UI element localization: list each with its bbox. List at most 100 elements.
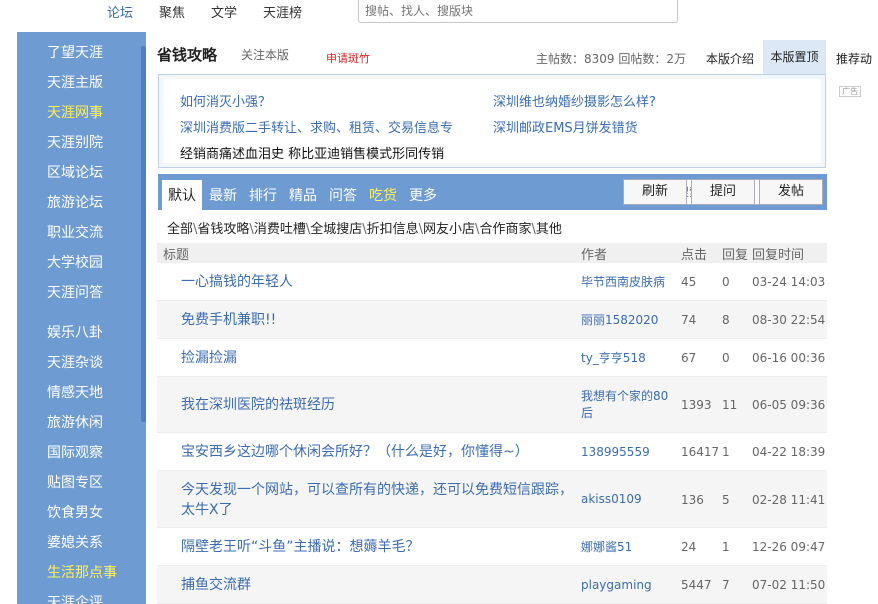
category-item[interactable]: 消费吐槽 (254, 222, 306, 237)
category-filter: 全部\省钱攻略\消费吐槽\全城搜店\折扣信息\网友小店\合作商家\其他 (167, 218, 562, 237)
sidebar-item[interactable]: 天涯企评 (47, 592, 103, 604)
ask-button[interactable]: 提问 (691, 179, 755, 205)
sidebar-item[interactable]: 婆媳关系 (47, 532, 103, 552)
sidebar-item[interactable]: 情感天地 (47, 382, 103, 402)
pinned-link[interactable]: 深圳邮政EMS月饼发错货 (493, 117, 638, 136)
post-author[interactable]: 我想有个家的80后 (581, 377, 671, 433)
sidebar-item-highlight[interactable]: 生活那点事 (47, 562, 117, 582)
post-replies: 8 (722, 313, 730, 327)
table-row[interactable]: 捡漏捡漏 ty_亨亨518 67 0 06-16 00:36 (157, 339, 827, 377)
post-author[interactable]: 毕节西南皮肤病 (581, 263, 671, 301)
post-reply-time: 12-26 09:47 (752, 540, 826, 554)
sidebar-item[interactable]: 旅游论坛 (47, 192, 103, 212)
post-reply-time: 07-02 11:50 (752, 578, 826, 592)
sidebar-item[interactable]: 天涯主版 (47, 72, 103, 92)
category-item[interactable]: 网友小店 (423, 222, 475, 237)
sidebar-item[interactable]: 天涯问答 (47, 282, 103, 302)
post-replies: 1 (722, 540, 730, 554)
sidebar-item-active[interactable]: 天涯网事 (47, 102, 103, 122)
sidebar-item[interactable]: 国际观察 (47, 442, 103, 462)
pinned-links-box: 如何消灭小强？ 深圳消费版二手转让、求购、租赁、交易信息专 深圳维也纳婚纱摄影怎… (158, 74, 826, 168)
sidebar-item[interactable]: 大学校园 (47, 252, 103, 272)
nav-ranking[interactable]: 天涯榜 (263, 2, 302, 21)
board-pinned-tab[interactable]: 本版置顶 (763, 40, 826, 75)
sidebar-item[interactable]: 天涯别院 (47, 132, 103, 152)
header-replies: 回复 (722, 248, 749, 263)
pinned-link[interactable]: 如何消灭小强？ (180, 91, 271, 110)
post-title[interactable]: 宝安西乡这边哪个休闲会所好？（什么是好，你懂得~） (181, 433, 576, 471)
post-author[interactable]: playgaming (581, 566, 671, 604)
follow-board-button[interactable]: 关注本版 (241, 46, 289, 63)
global-search-input[interactable] (359, 0, 677, 22)
refresh-button[interactable]: 刷新 (623, 179, 687, 205)
board-stats: 主帖数：8309 回帖数：2万 (536, 52, 686, 66)
post-reply-time: 06-16 00:36 (752, 351, 826, 365)
post-replies: 0 (722, 275, 730, 289)
sidebar-item[interactable]: 区域论坛 (47, 162, 103, 182)
nav-literature[interactable]: 文学 (211, 2, 237, 21)
post-replies: 7 (722, 578, 730, 592)
ad-badge: 广告 (839, 86, 861, 97)
post-reply-time: 04-22 18:39 (752, 445, 826, 459)
post-title[interactable]: 我在深圳医院的祛斑经历 (181, 377, 576, 433)
post-author[interactable]: 138995559 (581, 433, 671, 471)
post-tab-bar: 默认 最新 排行 精品 问答 吃货 更多 刷新 提问 发帖 (158, 174, 827, 210)
post-title[interactable]: 隔壁老王听“斗鱼”主播说：想薅羊毛？ (181, 528, 576, 566)
sidebar-item[interactable]: 了望天涯 (47, 42, 103, 62)
table-row[interactable]: 隔壁老王听“斗鱼”主播说：想薅羊毛？ 娜娜酱51 24 1 12-26 09:4… (157, 528, 827, 566)
category-all[interactable]: 全部 (167, 222, 193, 237)
tab-more[interactable]: 更多 (409, 185, 437, 205)
header-clicks: 点击 (681, 248, 708, 263)
pinned-link[interactable]: 深圳维也纳婚纱摄影怎么样? (493, 91, 656, 110)
category-item[interactable]: 省钱攻略 (197, 222, 249, 237)
post-clicks: 136 (681, 492, 704, 507)
post-author[interactable]: ty_亨亨518 (581, 339, 671, 377)
category-item[interactable]: 其他 (536, 222, 562, 237)
table-row[interactable]: 捕鱼交流群 playgaming 5447 7 07-02 11:50 (157, 566, 827, 604)
table-row[interactable]: 免费手机兼职!! 丽丽1582020 74 8 08-30 22:54 (157, 301, 827, 339)
board-title: 省钱攻略 (157, 46, 218, 64)
category-item[interactable]: 合作商家 (479, 222, 531, 237)
post-author[interactable]: akiss0109 (581, 471, 671, 528)
post-author[interactable]: 丽丽1582020 (581, 301, 671, 339)
post-replies: 1 (722, 445, 730, 459)
post-title[interactable]: 捕鱼交流群 (181, 566, 576, 604)
table-row[interactable]: 宝安西乡这边哪个休闲会所好？（什么是好，你懂得~） 138995559 1641… (157, 433, 827, 471)
post-reply-time: 02-28 11:41 (752, 492, 826, 507)
global-search (358, 0, 678, 23)
apply-moderator-link[interactable]: 申请斑竹 (326, 50, 370, 66)
post-replies: 11 (722, 398, 738, 412)
category-item[interactable]: 全城搜店 (310, 222, 362, 237)
tab-qa[interactable]: 问答 (329, 185, 357, 205)
post-title[interactable]: 一心搞钱的年轻人 (181, 263, 576, 301)
sidebar-item[interactable]: 娱乐八卦 (47, 322, 103, 342)
sidebar-scrollbar[interactable] (141, 46, 146, 422)
new-post-button[interactable]: 发帖 (759, 179, 823, 205)
category-item[interactable]: 折扣信息 (367, 222, 419, 237)
sidebar-item[interactable]: 饮食男女 (47, 502, 103, 522)
board-intro-tab[interactable]: 本版介绍 (706, 50, 754, 67)
post-reply-time: 03-24 14:03 (752, 275, 826, 289)
pinned-link[interactable]: 经销商痛述血泪史 称比亚迪销售模式形同传销 (180, 143, 444, 162)
tab-foodie[interactable]: 吃货 (369, 185, 397, 205)
tab-ranking[interactable]: 排行 (249, 185, 277, 205)
post-title[interactable]: 捡漏捡漏 (181, 339, 576, 377)
sidebar: 了望天涯 天涯主版 天涯网事 天涯别院 区域论坛 旅游论坛 职业交流 大学校园 … (17, 32, 146, 604)
nav-focus[interactable]: 聚焦 (159, 2, 185, 21)
post-title[interactable]: 免费手机兼职!! (181, 301, 576, 339)
post-author[interactable]: 娜娜酱51 (581, 528, 671, 566)
tab-default[interactable]: 默认 (162, 180, 202, 210)
sidebar-item[interactable]: 天涯杂谈 (47, 352, 103, 372)
recommend-tab[interactable]: 推荐动 (836, 50, 872, 67)
sidebar-item[interactable]: 贴图专区 (47, 472, 103, 492)
post-title[interactable]: 今天发现一个网站，可以查所有的快递，还可以免费短信跟踪，太牛X了 (181, 471, 576, 528)
table-row[interactable]: 一心搞钱的年轻人 毕节西南皮肤病 45 0 03-24 14:03 (157, 263, 827, 301)
nav-forum[interactable]: 论坛 (107, 2, 133, 21)
table-row[interactable]: 今天发现一个网站，可以查所有的快递，还可以免费短信跟踪，太牛X了 akiss01… (157, 471, 827, 528)
sidebar-item[interactable]: 职业交流 (47, 222, 103, 242)
pinned-link[interactable]: 深圳消费版二手转让、求购、租赁、交易信息专 (180, 117, 453, 136)
tab-latest[interactable]: 最新 (209, 185, 237, 205)
sidebar-item[interactable]: 旅游休闲 (47, 412, 103, 432)
table-row[interactable]: 我在深圳医院的祛斑经历 我想有个家的80后 1393 11 06-05 09:3… (157, 377, 827, 433)
tab-featured[interactable]: 精品 (289, 185, 317, 205)
